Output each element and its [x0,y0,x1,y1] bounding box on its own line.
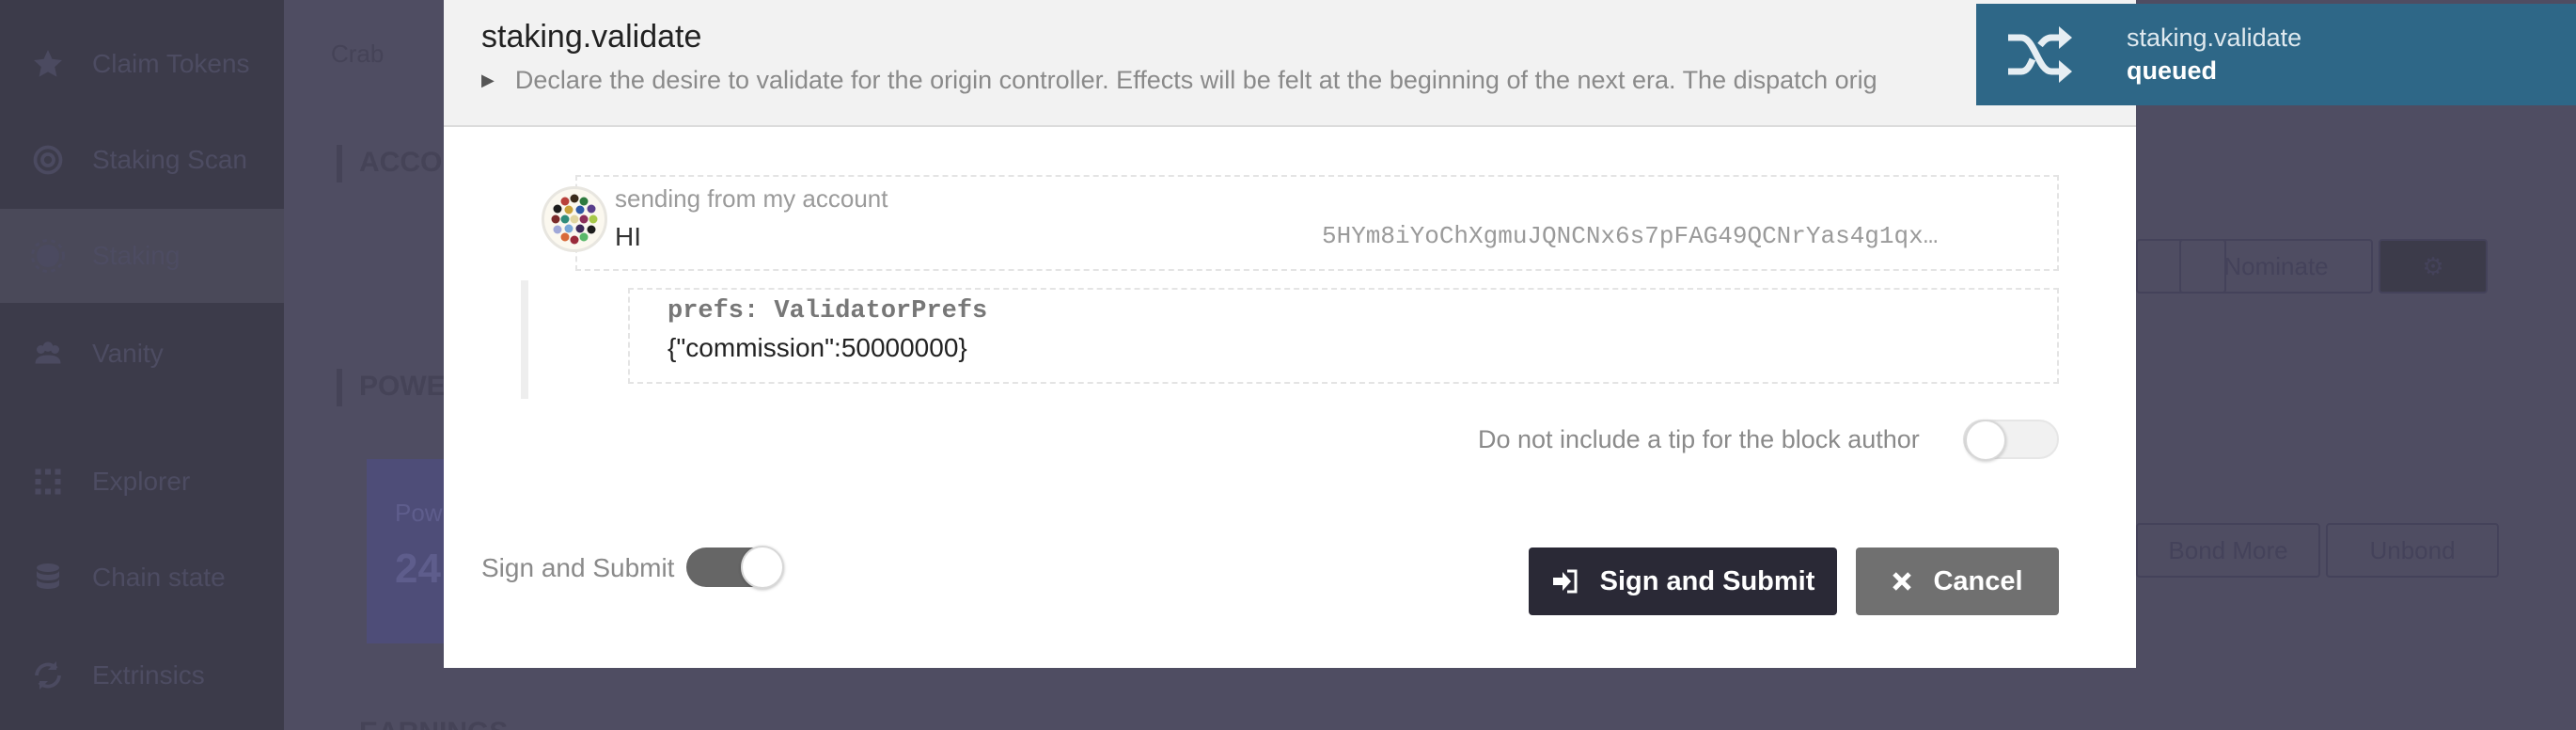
unbond-button[interactable]: Unbond [2326,523,2499,578]
sidebar-item-label: Vanity [92,339,164,368]
account-label: sending from my account [615,184,888,213]
expand-caret-icon[interactable]: ▶ [481,71,495,90]
star-icon [30,46,66,82]
bond-more-button[interactable]: Bond More [2136,523,2320,578]
params-indent-rule [521,280,528,399]
param-label: prefs: ValidatorPrefs [668,297,988,325]
sidebar: Claim Tokens Staking Scan Staking Vanity… [0,0,284,730]
power-card-value: 24 [395,546,441,592]
sidebar-item-label: Claim Tokens [92,49,250,78]
close-icon [1892,571,1912,592]
sidebar-item-claim-tokens[interactable]: Claim Tokens [0,17,284,111]
tip-toggle-label: Do not include a tip for the block autho… [1478,425,1920,453]
staking-icon [30,238,66,274]
sidebar-item-chain-state[interactable]: Chain state [0,531,284,625]
sign-toggle[interactable] [686,546,784,589]
status-notification[interactable]: staking.validate queued [1976,4,2576,105]
sidebar-item-label: Extrinsics [92,660,205,690]
sidebar-item-label: Chain state [92,563,226,592]
sidebar-item-vanity[interactable]: Vanity [0,307,284,401]
sync-icon [30,658,66,693]
sign-and-submit-label: Sign and Submit [1599,565,1815,596]
sidebar-item-extrinsics[interactable]: Extrinsics [0,628,284,722]
sign-in-icon [1551,568,1579,595]
sidebar-item-label: Explorer [92,467,191,496]
modal-title: staking.validate [481,19,702,55]
account-address: 5HYm8iYoChXgmuJQNCNx6s7pFAG49QCNrYas4g1q… [1322,222,1939,250]
section-title-account: ACCO [359,147,443,178]
section-bar [337,369,342,406]
sign-toggle-label: Sign and Submit [481,553,675,582]
explorer-icon [30,464,66,500]
modal-header: staking.validate ▶ Declare the desire to… [444,0,2136,127]
notification-title: staking.validate [2127,24,2302,52]
database-icon [30,560,66,595]
shuffle-icon [2004,24,2076,85]
sidebar-item-label: Staking Scan [92,145,247,174]
toggle-knob [1965,420,2006,461]
param-value: {"commission":50000000} [668,333,967,362]
sidebar-item-staking-scan[interactable]: Staking Scan [0,113,284,207]
account-name: HI [615,222,641,251]
toggle-knob [741,546,784,589]
section-title-power: POWE [359,371,446,402]
modal-description[interactable]: ▶ Declare the desire to validate for the… [481,66,2033,95]
breadcrumb[interactable]: Crab [331,40,384,69]
users-icon [30,336,66,372]
sign-and-submit-button[interactable]: Sign and Submit [1529,548,1837,615]
section-title-earnings: EARNINGS [359,717,508,730]
section-bar [337,145,342,182]
description-text: Declare the desire to validate for the o… [514,66,1877,94]
gear-icon: ⚙ [2422,251,2444,280]
notification-text: staking.validate queued [2127,24,2301,86]
sidebar-item-staking[interactable]: Staking [0,209,284,303]
scan-icon [30,142,66,178]
identicon-icon [551,194,598,245]
tip-toggle[interactable] [1963,420,2059,461]
cancel-label: Cancel [1933,565,2023,596]
settings-button[interactable]: ⚙ [2379,239,2488,294]
power-card-label: Pow [395,499,443,527]
extrinsic-modal: staking.validate ▶ Declare the desire to… [444,0,2136,668]
nominate-button[interactable]: Nominate [2179,239,2373,294]
notification-status: queued [2127,56,2218,85]
sidebar-item-label: Staking [92,241,181,270]
cancel-button[interactable]: Cancel [1856,548,2059,615]
sidebar-item-explorer[interactable]: Explorer [0,435,284,529]
account-identicon [542,186,607,252]
